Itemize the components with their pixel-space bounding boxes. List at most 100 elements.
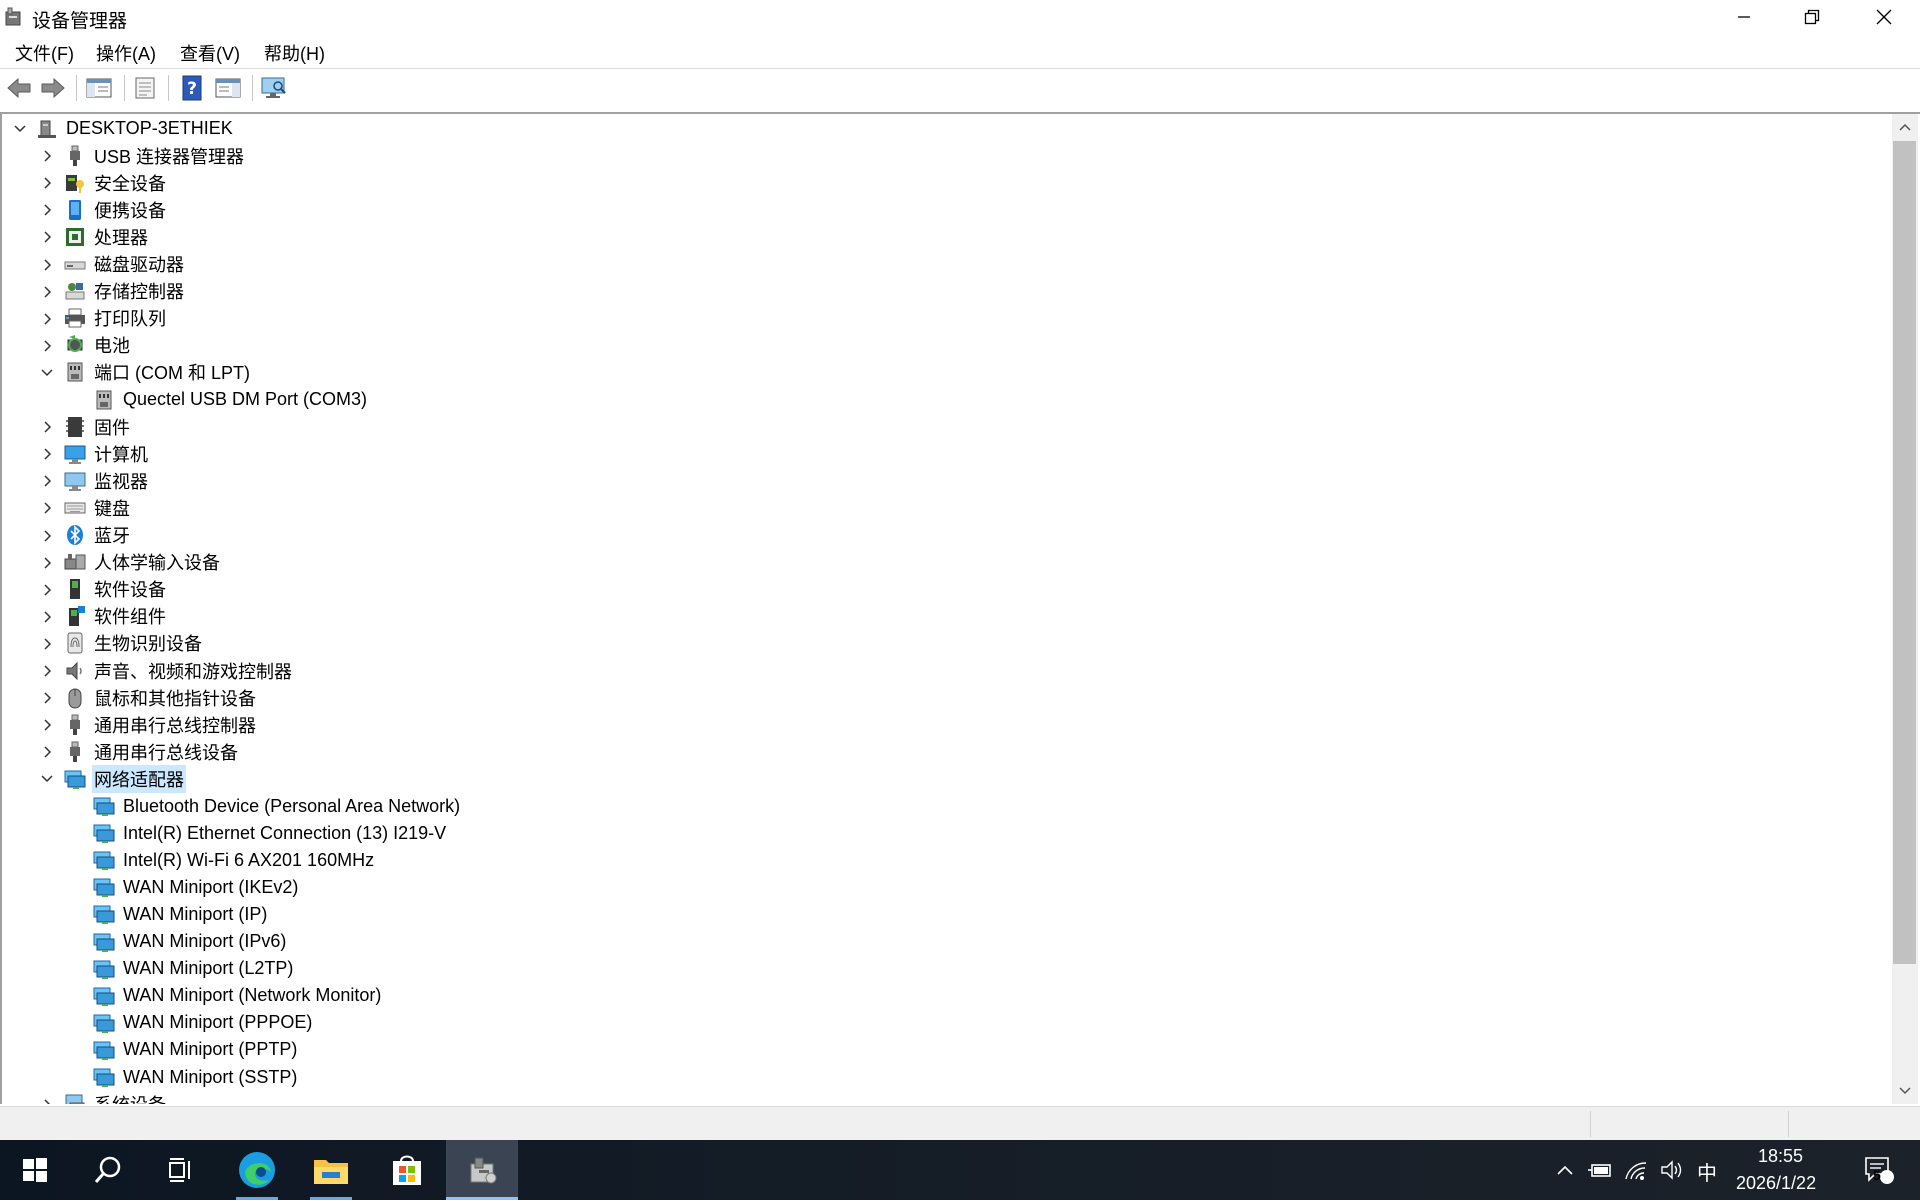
chevron-right-icon[interactable] — [40, 149, 54, 163]
tree-category[interactable]: USB 连接器管理器 — [2, 142, 246, 169]
tree-device[interactable]: WAN Miniport (IPv6) — [2, 928, 288, 955]
chevron-right-icon[interactable] — [40, 529, 54, 543]
tree-device[interactable]: WAN Miniport (PPPOE) — [2, 1009, 314, 1036]
tree-category[interactable]: 存储控制器 — [2, 278, 186, 305]
chevron-right-icon[interactable] — [40, 285, 54, 299]
menu-view[interactable]: 查看(V) — [178, 40, 242, 66]
ime-indicator[interactable]: 中 — [1697, 1157, 1717, 1186]
tree-category-label: 软件组件 — [94, 607, 166, 628]
tree-category[interactable]: 系统设备 — [2, 1091, 168, 1104]
tree-category[interactable]: 端口 (COM 和 LPT) — [2, 359, 252, 386]
chevron-right-icon[interactable] — [40, 610, 54, 624]
chevron-right-icon[interactable] — [40, 312, 54, 326]
scrollbar-thumb[interactable] — [1893, 141, 1916, 964]
title-bar: 设备管理器 — [0, 0, 1920, 34]
tree-device[interactable]: WAN Miniport (IP) — [2, 901, 269, 928]
tree-category[interactable]: 固件 — [2, 413, 132, 440]
chevron-right-icon[interactable] — [40, 420, 54, 434]
chevron-right-icon[interactable] — [40, 339, 54, 353]
chevron-right-icon[interactable] — [40, 718, 54, 732]
tree-category-label: 存储控制器 — [94, 282, 184, 303]
restore-button[interactable] — [1776, 0, 1848, 34]
menu-file[interactable]: 文件(F) — [13, 40, 76, 66]
tree-device[interactable]: Intel(R) Ethernet Connection (13) I219-V — [2, 820, 448, 847]
taskbar-search-button[interactable] — [76, 1140, 140, 1200]
tree-category[interactable]: 软件设备 — [2, 576, 168, 603]
chevron-right-icon[interactable] — [40, 745, 54, 759]
tree-device[interactable]: WAN Miniport (SSTP) — [2, 1064, 299, 1091]
device-tree[interactable]: DESKTOP-3ETHIEK USB 连接器管理器 安全设备 便携设备 处理器 磁盘驱… — [2, 114, 1892, 1104]
tree-category[interactable]: 键盘 — [2, 494, 132, 521]
show-hide-console-tree-button[interactable] — [84, 73, 114, 103]
tree-device[interactable]: WAN Miniport (IKEv2) — [2, 874, 300, 901]
network-adapter-icon — [93, 985, 115, 1007]
chevron-right-icon[interactable] — [40, 664, 54, 678]
taskbar-edge[interactable] — [224, 1140, 290, 1200]
tree-device[interactable]: WAN Miniport (PPTP) — [2, 1036, 299, 1063]
task-view-button[interactable] — [148, 1140, 212, 1200]
chevron-right-icon[interactable] — [40, 230, 54, 244]
clock-date[interactable]: 2026/1/22 — [1736, 1173, 1816, 1194]
properties-button[interactable] — [130, 73, 160, 103]
taskbar-store[interactable] — [372, 1140, 442, 1200]
minimize-button[interactable] — [1708, 0, 1780, 34]
tree-category[interactable]: 安全设备 — [2, 169, 168, 196]
clock-time[interactable]: 18:55 — [1758, 1146, 1803, 1167]
tree-device[interactable]: Intel(R) Wi-Fi 6 AX201 160MHz — [2, 847, 376, 874]
tree-category[interactable]: 处理器 — [2, 223, 150, 250]
chevron-right-icon[interactable] — [40, 258, 54, 272]
chevron-down-icon[interactable] — [40, 366, 54, 380]
tree-category[interactable]: 蓝牙 — [2, 522, 132, 549]
device-manager-app-icon — [5, 7, 21, 26]
tray-volume[interactable] — [1658, 1140, 1686, 1200]
show-action-pane-button[interactable] — [213, 73, 243, 103]
chevron-right-icon[interactable] — [40, 1098, 54, 1104]
tray-power[interactable] — [1586, 1140, 1614, 1200]
scroll-down-icon[interactable] — [1899, 1086, 1911, 1096]
forward-button[interactable] — [38, 73, 68, 103]
chevron-right-icon[interactable] — [40, 583, 54, 597]
back-button[interactable] — [4, 73, 34, 103]
chevron-right-icon[interactable] — [40, 447, 54, 461]
chevron-right-icon[interactable] — [40, 691, 54, 705]
show-hidden-icons-button[interactable] — [1552, 1140, 1578, 1200]
chevron-right-icon[interactable] — [40, 501, 54, 515]
tray-network[interactable] — [1622, 1140, 1650, 1200]
tree-category[interactable]: 通用串行总线设备 — [2, 738, 240, 765]
tree-category[interactable]: 声音、视频和游戏控制器 — [2, 657, 294, 684]
tree-category[interactable]: 人体学输入设备 — [2, 549, 222, 576]
scan-hardware-changes-button[interactable] — [259, 73, 289, 103]
chevron-right-icon[interactable] — [40, 637, 54, 651]
scroll-up-icon[interactable] — [1899, 122, 1911, 132]
tree-category[interactable]: 软件组件 — [2, 603, 168, 630]
tree-category[interactable]: 便携设备 — [2, 196, 168, 223]
tree-root[interactable]: DESKTOP-3ETHIEK — [2, 115, 235, 142]
menu-help[interactable]: 帮助(H) — [262, 40, 327, 66]
tree-category[interactable]: 磁盘驱动器 — [2, 251, 186, 278]
taskbar-device-manager[interactable] — [446, 1140, 518, 1200]
menu-action[interactable]: 操作(A) — [94, 40, 158, 66]
chevron-right-icon[interactable] — [40, 203, 54, 217]
tree-device[interactable]: Quectel USB DM Port (COM3) — [2, 386, 369, 413]
chevron-right-icon[interactable] — [40, 176, 54, 190]
tree-category[interactable]: 生物识别设备 — [2, 630, 204, 657]
tree-device[interactable]: WAN Miniport (Network Monitor) — [2, 982, 383, 1009]
close-button[interactable] — [1848, 0, 1920, 34]
chevron-down-icon[interactable] — [40, 772, 54, 786]
chevron-right-icon[interactable] — [40, 474, 54, 488]
tree-device[interactable]: Bluetooth Device (Personal Area Network) — [2, 793, 462, 820]
help-button[interactable]: ? — [177, 73, 207, 103]
tree-category[interactable]: 打印队列 — [2, 305, 168, 332]
start-button[interactable] — [0, 1140, 70, 1200]
tree-category[interactable]: 计算机 — [2, 440, 150, 467]
chevron-down-icon[interactable] — [13, 122, 27, 136]
tree-category[interactable]: 鼠标和其他指针设备 — [2, 684, 258, 711]
taskbar-file-explorer[interactable] — [296, 1140, 366, 1200]
tree-category[interactable]: 网络适配器 — [2, 764, 186, 793]
tree-category[interactable]: 通用串行总线控制器 — [2, 711, 258, 738]
tree-device[interactable]: WAN Miniport (L2TP) — [2, 955, 295, 982]
minimize-icon — [1738, 16, 1750, 18]
chevron-right-icon[interactable] — [40, 556, 54, 570]
tree-category[interactable]: 监视器 — [2, 467, 150, 494]
tree-category[interactable]: 电池 — [2, 332, 132, 359]
